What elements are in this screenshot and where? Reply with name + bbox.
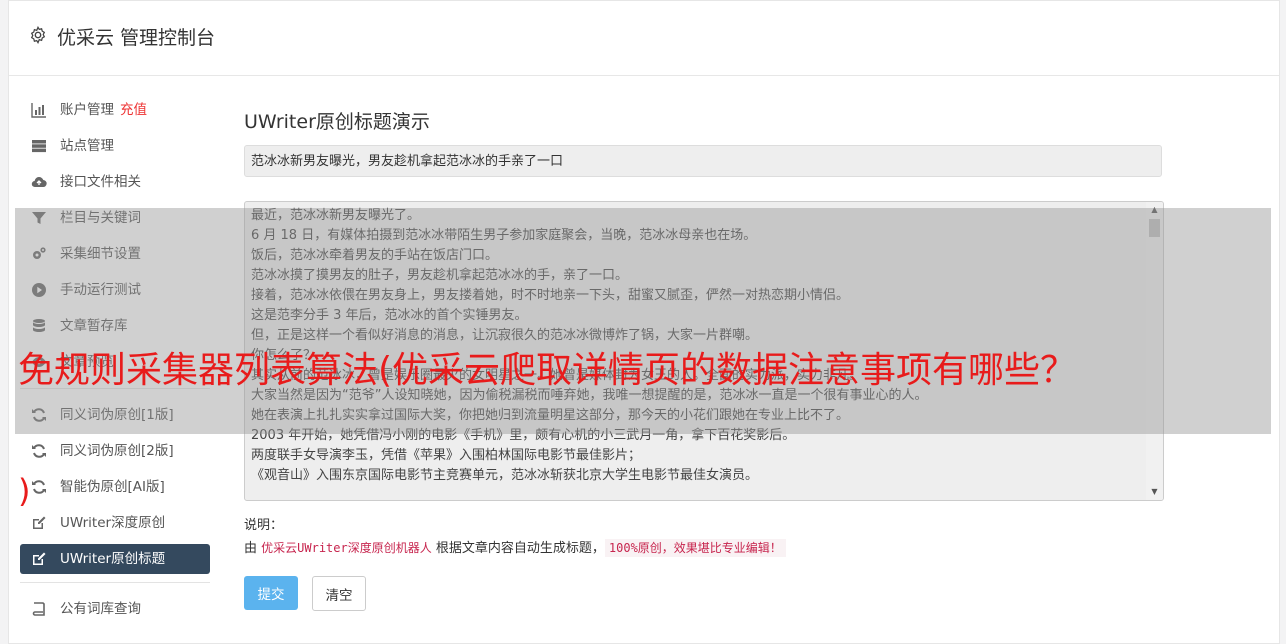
refresh-icon	[32, 480, 46, 494]
note-middle: 根据文章内容自动生成标题，	[435, 541, 605, 556]
note-prefix: 由	[244, 541, 258, 556]
article-line: 《观音山》入围东京国际电影节主竞赛单元，范冰冰斩获北京大学生电影节最佳女演员。	[251, 468, 759, 483]
header: 优采云 管理控制台	[9, 1, 1279, 76]
gear-icon	[30, 26, 46, 44]
server-icon	[32, 140, 46, 153]
page-title: UWriter原创标题演示	[244, 111, 430, 133]
note-badge: 100%原创，效果堪比专业编辑！	[604, 539, 786, 557]
note-robot-link: 优采云UWriter深度原创机器人	[261, 541, 432, 555]
article-line: 两度联手女导演李玉，凭借《苹果》入围柏林国际电影节最佳影片；	[251, 448, 642, 463]
console-title: 优采云 管理控制台	[57, 27, 216, 49]
sidebar-item-synonym-v2[interactable]: 同义词伪原创[2版]	[20, 433, 210, 469]
sidebar-item-label: 账户管理	[60, 102, 114, 118]
sidebar-item-label: 智能伪原创[AI版]	[60, 479, 165, 495]
scroll-down-arrow-icon[interactable]: ▼	[1146, 484, 1163, 500]
sidebar-divider	[20, 582, 210, 583]
sidebar-item-uwriter-deep[interactable]: UWriter深度原创	[20, 505, 210, 541]
edit-icon	[33, 516, 46, 529]
clear-button[interactable]: 清空	[312, 576, 366, 611]
sidebar-item-account[interactable]: 账户管理 充值	[20, 92, 210, 128]
cloud-upload-icon	[31, 177, 47, 188]
note-label: 说明：	[244, 518, 284, 533]
sidebar-item-sites[interactable]: 站点管理	[20, 128, 210, 164]
sidebar-item-ai-rewrite[interactable]: 智能伪原创[AI版]	[20, 469, 210, 505]
sidebar-item-label: UWriter深度原创	[60, 515, 166, 531]
sidebar-item-interface-files[interactable]: 接口文件相关	[20, 164, 210, 200]
bar-chart-icon	[31, 103, 46, 118]
recharge-link[interactable]: 充值	[120, 102, 147, 118]
note: 由 优采云UWriter深度原创机器人 根据文章内容自动生成标题， 100%原创，…	[244, 537, 786, 557]
overlay-fragment: )	[18, 472, 31, 510]
book-icon	[32, 602, 45, 616]
sidebar-item-public-lexicon[interactable]: 公有词库查询	[20, 591, 210, 627]
sidebar-item-label: 站点管理	[60, 138, 114, 154]
sidebar-item-label: 公有词库查询	[60, 601, 141, 617]
sidebar-item-label: 接口文件相关	[60, 174, 141, 190]
refresh-icon	[32, 444, 46, 458]
sidebar-item-label: UWriter原创标题	[60, 551, 166, 567]
title-field[interactable]: 范冰冰新男友曝光，男友趁机拿起范冰冰的手亲了一口	[244, 145, 1162, 177]
gray-overlay-band	[15, 208, 1271, 434]
sidebar-item-label: 同义词伪原创[2版]	[60, 443, 174, 459]
overlay-caption: 免规则采集器列表算法(优采云爬取详情页的数据注意事项有哪些？	[18, 350, 1077, 391]
sidebar-item-uwriter-title[interactable]: UWriter原创标题	[20, 544, 210, 574]
submit-button[interactable]: 提交	[244, 576, 298, 610]
edit-icon	[33, 552, 46, 565]
